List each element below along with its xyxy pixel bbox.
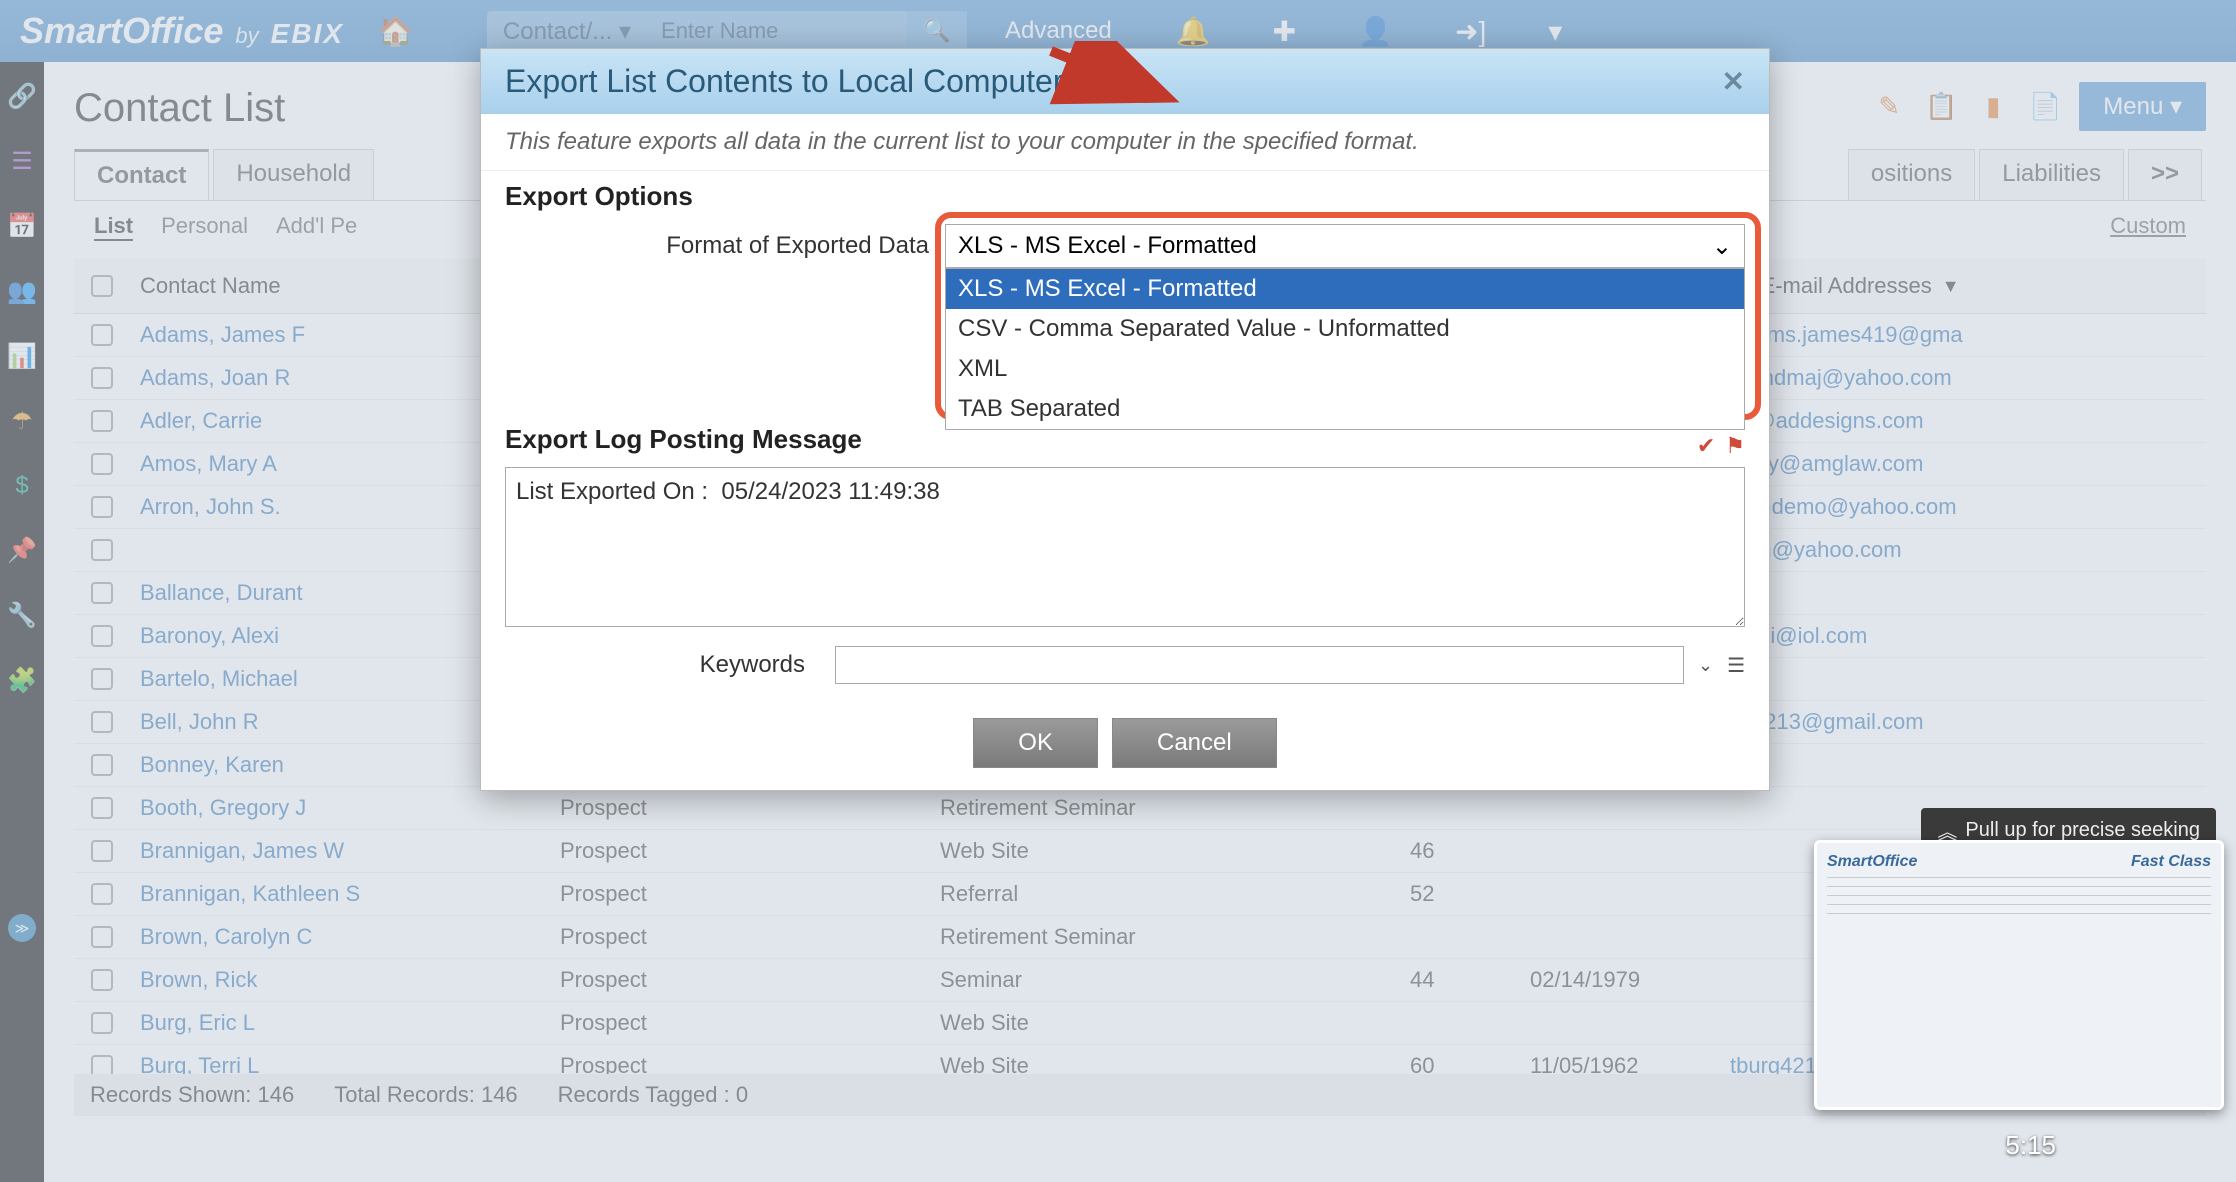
keywords-list-icon[interactable]: ☰ <box>1727 653 1745 678</box>
format-selected-value: XLS - MS Excel - Formatted <box>958 232 1257 260</box>
log-textarea[interactable] <box>505 467 1745 627</box>
seek-tooltip-text: Pull up for precise seeking <box>1965 819 2200 842</box>
format-option-csv[interactable]: CSV - Comma Separated Value - Unformatte… <box>946 309 1744 349</box>
modal-body: Export Options Format of Exported Data X… <box>481 171 1769 704</box>
seek-thumbnail[interactable]: SmartOffice Fast Class <box>1814 840 2224 1110</box>
flag-icon[interactable]: ⚑ <box>1725 433 1745 459</box>
keywords-label: Keywords <box>505 651 821 679</box>
modal-footer: OK Cancel <box>481 704 1769 790</box>
log-heading-row: Export Log Posting Message ✔ ⚑ <box>505 424 1745 467</box>
format-option-xml[interactable]: XML <box>946 349 1744 389</box>
cancel-button[interactable]: Cancel <box>1112 718 1277 768</box>
thumb-right: Fast Class <box>2131 853 2211 871</box>
annotation-arrow <box>1041 41 1181 111</box>
seek-time: 5:15 <box>2005 1130 2056 1161</box>
format-select[interactable]: XLS - MS Excel - Formatted ⌄ <box>945 224 1745 268</box>
modal-description: This feature exports all data in the cur… <box>481 114 1769 171</box>
log-heading: Export Log Posting Message <box>505 424 862 455</box>
modal-title: Export List Contents to Local Computer <box>505 63 1064 100</box>
format-select-wrap: XLS - MS Excel - Formatted ⌄ XLS - MS Ex… <box>945 224 1745 268</box>
format-option-tab[interactable]: TAB Separated <box>946 389 1744 429</box>
format-row: Format of Exported Data XLS - MS Excel -… <box>505 224 1745 268</box>
export-modal: Export List Contents to Local Computer ✕… <box>480 48 1770 791</box>
keywords-caret-icon[interactable]: ⌄ <box>1698 655 1713 676</box>
check-icon[interactable]: ✔ <box>1697 433 1715 459</box>
close-icon[interactable]: ✕ <box>1722 65 1745 98</box>
export-options-heading: Export Options <box>505 181 1745 212</box>
keywords-row: Keywords ⌄ ☰ <box>505 646 1745 684</box>
log-mini-icons: ✔ ⚑ <box>1697 433 1745 459</box>
ok-button[interactable]: OK <box>973 718 1098 768</box>
format-label: Format of Exported Data <box>505 232 945 260</box>
format-option-xls[interactable]: XLS - MS Excel - Formatted <box>946 269 1744 309</box>
format-dropdown: XLS - MS Excel - Formatted CSV - Comma S… <box>945 268 1745 430</box>
chevron-down-icon: ⌄ <box>1712 232 1732 261</box>
keywords-input[interactable] <box>835 646 1684 684</box>
thumb-brand: SmartOffice <box>1827 853 1917 871</box>
